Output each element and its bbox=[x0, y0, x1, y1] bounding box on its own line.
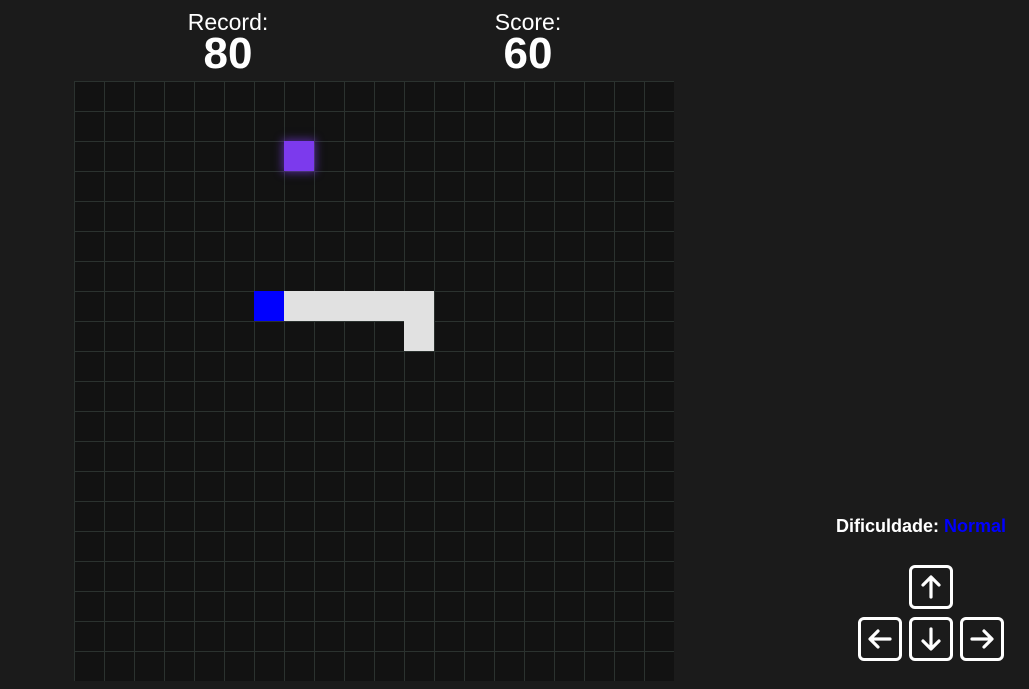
arrow-down-icon bbox=[921, 627, 941, 651]
arrow-up-key[interactable] bbox=[909, 565, 953, 609]
difficulty-value[interactable]: Normal bbox=[944, 516, 1006, 536]
snake-body-segment bbox=[374, 291, 404, 321]
snake-head bbox=[254, 291, 284, 321]
record-display: Record: 80 bbox=[148, 0, 308, 80]
score-value: 60 bbox=[503, 29, 553, 78]
record-value: 80 bbox=[203, 29, 253, 78]
difficulty-label: Dificuldade: bbox=[835, 516, 939, 536]
arrow-left-icon bbox=[868, 629, 892, 649]
snake-body-segment bbox=[404, 291, 434, 321]
snake-body-segment bbox=[284, 291, 314, 321]
arrow-right-icon bbox=[970, 629, 994, 649]
arrow-right-key[interactable] bbox=[960, 617, 1004, 661]
snake-body-segment bbox=[404, 321, 434, 351]
game-board[interactable] bbox=[74, 81, 674, 681]
snake-body-segment bbox=[344, 291, 374, 321]
arrow-up-icon bbox=[921, 575, 941, 599]
snake-body-segment bbox=[314, 291, 344, 321]
arrow-left-key[interactable] bbox=[858, 617, 902, 661]
arrow-down-key[interactable] bbox=[909, 617, 953, 661]
difficulty-indicator[interactable]: Dificuldade: Normal bbox=[836, 516, 1006, 537]
food-item bbox=[284, 141, 314, 171]
score-display: Score: 60 bbox=[448, 0, 608, 80]
